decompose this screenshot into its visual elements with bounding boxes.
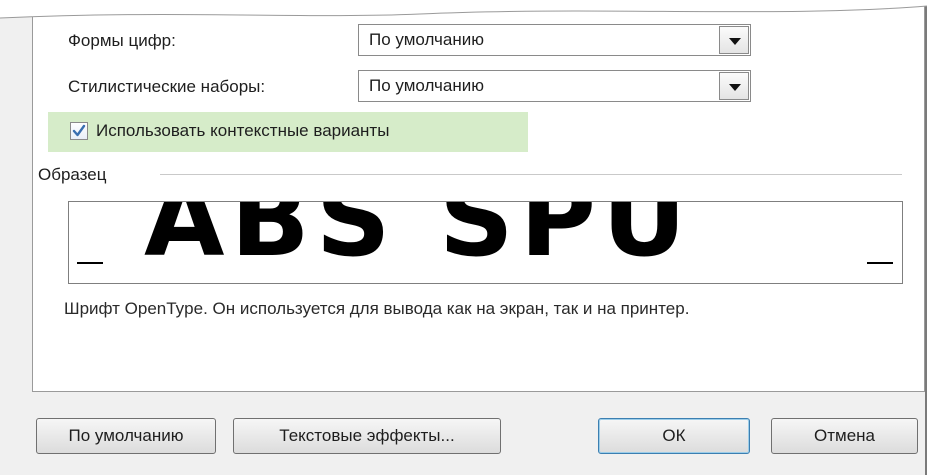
font-dialog: Формы цифр: По умолчанию Стилистические … [0,0,927,475]
advanced-tab-panel [32,0,925,392]
preview-left-underline [77,262,103,264]
cancel-button[interactable]: Отмена [771,418,918,454]
stylistic-sets-label-text: Стилистические наборы: [68,77,266,96]
digit-forms-select[interactable]: По умолчанию [358,24,751,56]
digit-forms-label: Формы цифр: [68,31,176,51]
preview-right-underline [867,262,893,264]
font-description: Шрифт OpenType. Он используется для выво… [64,299,690,318]
checkmark-icon [72,124,86,137]
set-default-button[interactable]: По умолчанию [36,418,216,454]
sample-preview-box: ABS SPU [68,201,903,284]
digit-forms-value: По умолчанию [369,30,484,49]
set-default-button-label: По умолчанию [68,426,184,445]
preview-text: ABS SPU [144,201,693,280]
contextual-alternates-row[interactable]: Использовать контекстные варианты [48,112,528,152]
ok-button-label: ОК [662,426,686,445]
stylistic-sets-value: По умолчанию [369,76,484,95]
contextual-alternates-checkbox[interactable] [70,122,88,140]
contextual-alternates-label: Использовать контекстные варианты [96,121,390,140]
chevron-down-icon[interactable] [719,72,749,100]
text-effects-button[interactable]: Текстовые эффекты... [233,418,501,454]
ok-button[interactable]: ОК [598,418,750,454]
chevron-down-icon[interactable] [719,26,749,54]
torn-edge-decoration [0,0,927,19]
cancel-button-label: Отмена [814,426,875,445]
sample-group-label: Образец [38,165,107,184]
digit-forms-label-text: Формы цифр: [68,31,176,50]
stylistic-sets-select[interactable]: По умолчанию [358,70,751,102]
text-effects-button-label: Текстовые эффекты... [279,426,455,445]
group-divider [160,174,902,175]
stylistic-sets-label: Стилистические наборы: [68,77,265,97]
